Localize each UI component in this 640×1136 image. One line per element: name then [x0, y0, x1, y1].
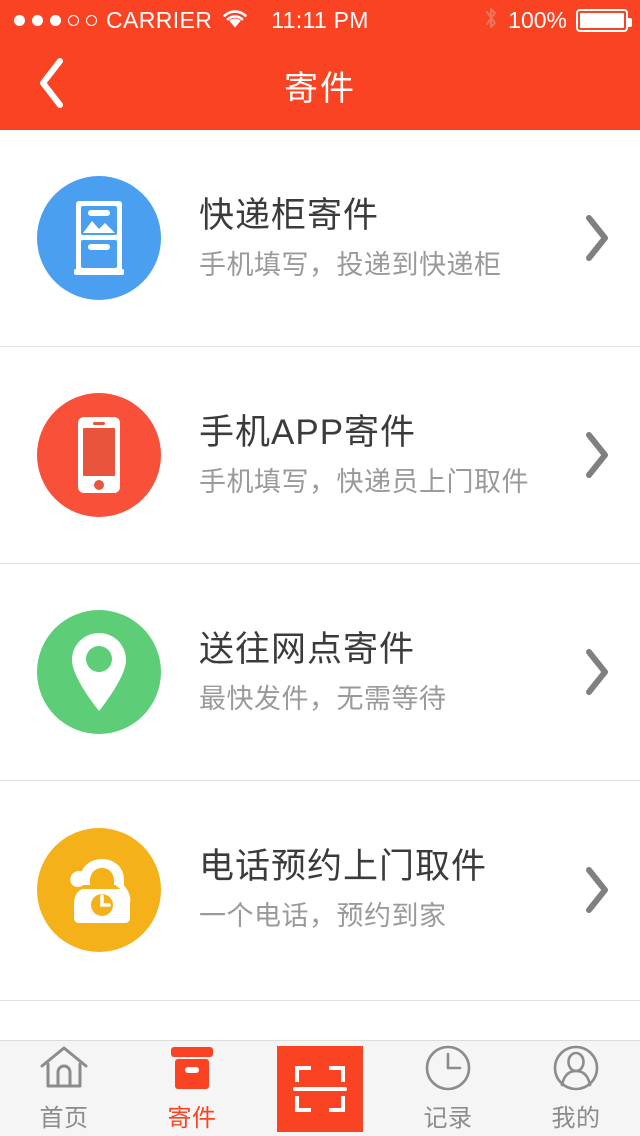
battery-percent-label: 100%: [508, 6, 567, 33]
home-icon: [39, 1044, 89, 1092]
chevron-right-icon: [554, 866, 640, 914]
tab-scan[interactable]: [256, 1041, 384, 1136]
list-item-subtitle: 一个电话，预约到家: [199, 901, 447, 931]
tab-records[interactable]: 记录: [384, 1041, 512, 1136]
parcel-locker-icon: [37, 176, 161, 300]
tab-send[interactable]: 寄件: [128, 1041, 256, 1136]
status-bar: CARRIER 11:11 PM 100%: [0, 0, 640, 40]
status-bar-right: 100%: [483, 5, 632, 36]
list-item[interactable]: 手机APP寄件 手机填写，快递员上门取件: [0, 347, 640, 564]
nav-bar: 寄件: [0, 40, 640, 130]
send-options-list: 快递柜寄件 手机填写，投递到快递柜 手机APP寄件 手机填写，快递员上门取件 送…: [0, 130, 640, 998]
box-icon: [168, 1044, 216, 1092]
telephone-icon: [37, 827, 161, 952]
list-item[interactable]: 送往网点寄件 最快发件，无需等待: [0, 564, 640, 781]
list-item-text: 手机APP寄件 手机填写，快递员上门取件: [199, 411, 554, 500]
tab-profile[interactable]: 我的: [512, 1041, 640, 1136]
tab-label: 我的: [551, 1105, 601, 1132]
list-item-subtitle: 最快发件，无需等待: [199, 683, 447, 714]
tab-label: 记录: [423, 1105, 473, 1132]
list-bottom-divider: [0, 1000, 640, 1001]
page-title: 寄件: [284, 69, 356, 108]
app-screen: CARRIER 11:11 PM 100% 寄件 快递柜寄件 手机填写，投递到快…: [0, 0, 640, 1136]
tab-label: 首页: [39, 1105, 89, 1132]
chevron-right-icon: [554, 431, 640, 479]
person-icon: [552, 1044, 600, 1092]
list-item-text: 送往网点寄件 最快发件，无需等待: [199, 628, 554, 717]
scan-icon[interactable]: [277, 1045, 363, 1132]
tab-home[interactable]: 首页: [0, 1041, 128, 1136]
smartphone-icon: [37, 393, 161, 517]
bluetooth-icon: [483, 5, 499, 36]
list-item-title: 快递柜寄件: [199, 195, 380, 235]
list-item-text: 快递柜寄件 手机填写，投递到快递柜: [199, 194, 554, 283]
chevron-right-icon: [554, 648, 640, 696]
list-item-title: 送往网点寄件: [199, 629, 416, 669]
list-item-title: 电话预约上门取件: [199, 847, 488, 887]
list-item[interactable]: 电话预约上门取件 一个电话，预约到家: [0, 781, 640, 998]
clock-icon: [424, 1044, 472, 1092]
battery-full-icon: [576, 8, 632, 32]
list-item-subtitle: 手机填写，快递员上门取件: [199, 466, 529, 497]
tab-bar: 首页 寄件 记录 我的: [0, 1040, 640, 1136]
list-item-subtitle: 手机填写，投递到快递柜: [199, 249, 502, 280]
chevron-right-icon: [554, 214, 640, 262]
tab-label: 寄件: [167, 1105, 217, 1132]
list-item-text: 电话预约上门取件 一个电话，预约到家: [199, 845, 554, 934]
list-item[interactable]: 快递柜寄件 手机填写，投递到快递柜: [0, 130, 640, 347]
map-pin-icon: [37, 610, 161, 734]
list-item-title: 手机APP寄件: [199, 412, 417, 452]
